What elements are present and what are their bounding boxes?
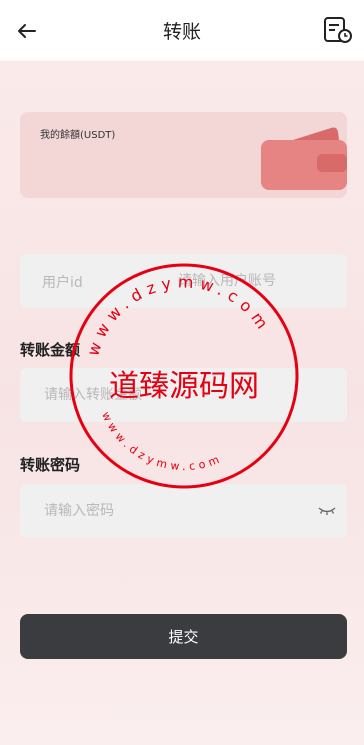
transfer-records-button[interactable]	[322, 15, 354, 45]
password-label: 转账密码	[20, 456, 81, 474]
amount-label: 转账金额	[20, 341, 81, 359]
password-visibility-toggle[interactable]	[317, 502, 337, 518]
user-id-field: 用户id	[20, 254, 347, 308]
amount-input[interactable]	[44, 368, 334, 422]
back-button[interactable]	[14, 18, 40, 44]
user-id-label: 用户id	[42, 275, 83, 291]
arrow-left-icon	[18, 24, 36, 38]
wallet-icon	[261, 127, 347, 190]
user-account-input[interactable]	[178, 254, 338, 308]
document-clock-icon	[324, 17, 352, 43]
password-input[interactable]	[44, 484, 314, 538]
eye-closed-icon	[318, 507, 336, 515]
page-title: 转账	[162, 21, 201, 43]
amount-field	[20, 368, 347, 422]
balance-card: 我的餘額(USDT)	[20, 112, 347, 198]
password-field	[20, 484, 347, 538]
submit-button[interactable]: 提交	[20, 614, 347, 659]
app-header: 转账	[0, 0, 364, 60]
balance-label: 我的餘額(USDT)	[40, 130, 116, 141]
